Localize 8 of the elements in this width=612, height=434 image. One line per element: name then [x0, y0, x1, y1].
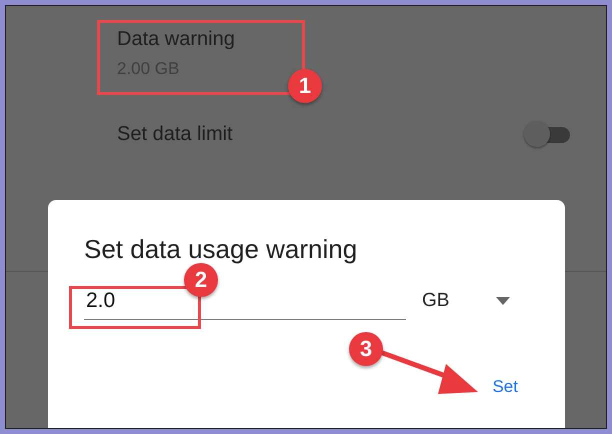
caret-icon — [496, 297, 510, 305]
set-button[interactable]: Set — [490, 375, 520, 399]
setting-title: Set data limit — [117, 122, 233, 146]
step-number-badge: 1 — [288, 69, 322, 103]
setting-title: Data warning — [117, 28, 235, 51]
unit-dropdown[interactable]: GB — [422, 289, 516, 320]
toggle-switch[interactable] — [524, 121, 570, 147]
dialog-title: Set data usage warning — [84, 234, 358, 265]
